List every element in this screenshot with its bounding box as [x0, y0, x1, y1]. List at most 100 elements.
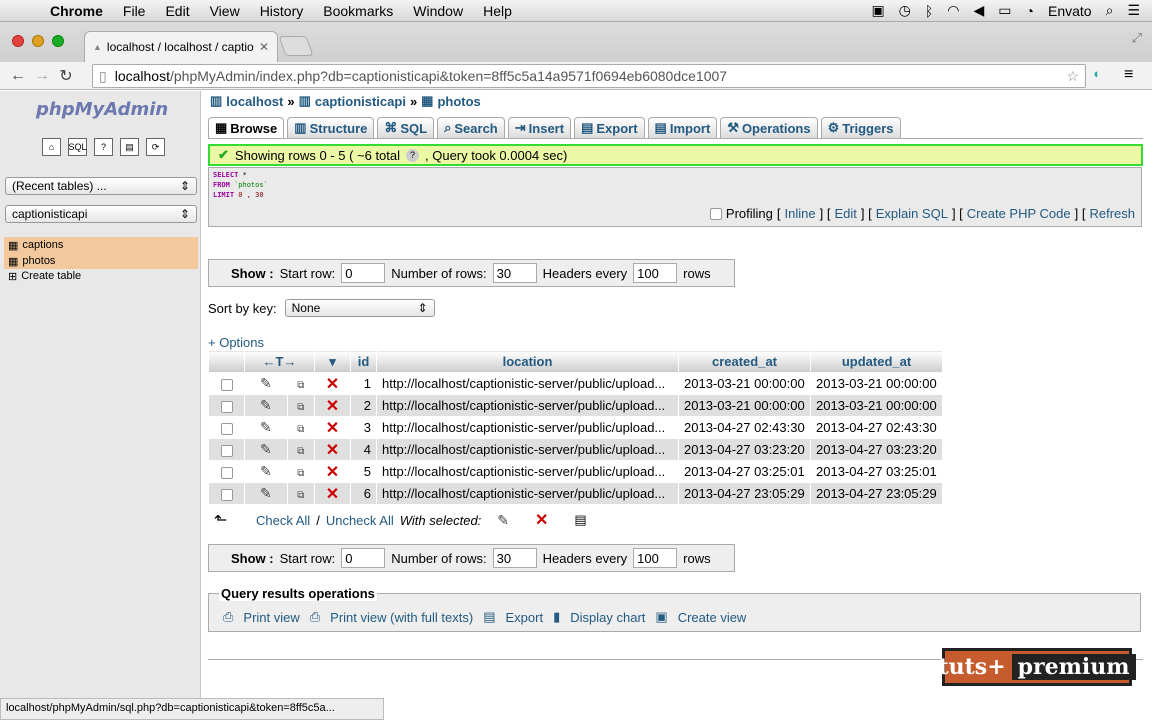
wifi-icon[interactable]: ◠	[947, 2, 959, 19]
cell-location[interactable]: http://localhost/captionistic-server/pub…	[376, 460, 679, 483]
cell-updated_at[interactable]: 2013-04-27 02:43:30	[810, 416, 943, 439]
row-checkbox[interactable]	[220, 400, 233, 413]
clock-icon[interactable]: ◔	[1026, 3, 1034, 19]
pma-logo[interactable]: phpMyAdmin	[36, 99, 168, 120]
column-header-created_at[interactable]: created_at	[678, 350, 811, 373]
column-header-updated_at[interactable]: updated_at	[810, 350, 943, 373]
row-checkbox[interactable]	[220, 378, 233, 391]
docs-icon[interactable]: ▤	[120, 138, 139, 156]
display-chart-link[interactable]: Display chart	[570, 610, 645, 625]
tab-export[interactable]: ▤ Export	[574, 117, 645, 138]
row-checkbox[interactable]	[220, 466, 233, 479]
edit-button[interactable]: ✎	[244, 394, 288, 417]
database-select[interactable]: captionisticapi ⇕	[5, 205, 197, 223]
sql-query-code[interactable]: SELECT * FROM `photos` LIMIT 0 , 30	[213, 170, 268, 200]
cell-created_at[interactable]: 2013-03-21 00:00:00	[678, 372, 811, 395]
bookmark-star-icon[interactable]: ☆	[1066, 68, 1079, 85]
bluetooth-icon[interactable]: ᛒ	[925, 3, 933, 19]
edit-button[interactable]: ✎	[244, 460, 288, 483]
copy-button[interactable]: ⧉	[286, 438, 316, 461]
cell-id[interactable]: 5	[350, 460, 377, 483]
reload-nav-icon[interactable]: ⟳	[146, 138, 165, 156]
list-icon[interactable]: ☰	[1127, 2, 1140, 19]
row-checkbox[interactable]	[220, 488, 233, 501]
tab-sql[interactable]: ⌘ SQL	[377, 117, 435, 138]
cell-updated_at[interactable]: 2013-04-27 23:05:29	[810, 482, 943, 505]
edit-button[interactable]: ✎	[244, 438, 288, 461]
menu-edit[interactable]: Edit	[155, 3, 199, 19]
cell-created_at[interactable]: 2013-04-27 03:25:01	[678, 460, 811, 483]
delete-button[interactable]: ✕	[314, 372, 351, 395]
start-row-input[interactable]	[341, 263, 386, 283]
address-bar[interactable]: ▯ localhost /phpMyAdmin/index.php?db=cap…	[92, 64, 1086, 88]
row-checkbox[interactable]	[220, 422, 233, 435]
recent-tables-select[interactable]: (Recent tables) ... ⇕	[5, 177, 197, 195]
cell-id[interactable]: 6	[350, 482, 377, 505]
cell-id[interactable]: 2	[350, 394, 377, 417]
minimize-window-button[interactable]	[32, 35, 44, 47]
cell-updated_at[interactable]: 2013-04-27 03:23:20	[810, 438, 943, 461]
menu-bookmarks[interactable]: Bookmarks	[313, 3, 403, 19]
edit-button[interactable]: ✎	[244, 416, 288, 439]
column-menu-icon[interactable]: ▾	[314, 350, 351, 373]
menu-help[interactable]: Help	[473, 3, 522, 19]
zoom-window-button[interactable]	[52, 35, 64, 47]
tab-import[interactable]: ▤ Import	[647, 117, 718, 138]
cell-updated_at[interactable]: 2013-03-21 00:00:00	[810, 372, 943, 395]
reload-icon[interactable]: ↻	[54, 66, 78, 86]
cell-location[interactable]: http://localhost/captionistic-server/pub…	[376, 416, 679, 439]
create-table-link[interactable]: ⊞ Create table	[4, 268, 198, 284]
check-all-link[interactable]: Check All	[256, 513, 310, 528]
export-link[interactable]: Export	[506, 610, 544, 625]
sidebar-table-photos[interactable]: ▦ photos	[4, 253, 198, 269]
tab-insert[interactable]: ⇥ Insert	[507, 117, 572, 138]
start-row-input[interactable]	[341, 548, 386, 568]
browser-tab[interactable]: ▲ localhost / localhost / captio ✕	[84, 31, 278, 62]
docs-help-icon[interactable]: ?	[94, 138, 113, 156]
cell-created_at[interactable]: 2013-04-27 03:23:20	[678, 438, 811, 461]
cell-id[interactable]: 3	[350, 416, 377, 439]
copy-button[interactable]: ⧉	[286, 416, 316, 439]
cell-updated_at[interactable]: 2013-03-21 00:00:00	[810, 394, 943, 417]
print-view-link[interactable]: Print view	[243, 610, 299, 625]
column-header-location[interactable]: location	[376, 350, 679, 373]
spotlight-icon[interactable]: ⌕	[1106, 2, 1114, 19]
row-checkbox[interactable]	[220, 444, 233, 457]
uncheck-all-link[interactable]: Uncheck All	[326, 513, 394, 528]
menu-view[interactable]: View	[200, 3, 250, 19]
cell-location[interactable]: http://localhost/captionistic-server/pub…	[376, 482, 679, 505]
extension-icon[interactable]: ◖	[1092, 66, 1100, 81]
volume-icon[interactable]: ◀	[974, 2, 985, 19]
back-icon[interactable]: ←	[6, 67, 30, 85]
forward-icon[interactable]: →	[30, 67, 54, 85]
delete-button[interactable]: ✕	[314, 416, 351, 439]
bulk-export-icon[interactable]: ▤	[574, 512, 586, 528]
delete-button[interactable]: ✕	[314, 394, 351, 417]
delete-button[interactable]: ✕	[314, 460, 351, 483]
new-tab-button[interactable]	[278, 36, 314, 56]
menu-window[interactable]: Window	[403, 3, 473, 19]
headers-every-input[interactable]	[633, 548, 678, 568]
headers-every-input[interactable]	[633, 263, 678, 283]
breadcrumb-table[interactable]: photos	[437, 94, 480, 109]
breadcrumb-db[interactable]: captionisticapi	[315, 94, 406, 109]
column-header-id[interactable]: id	[350, 350, 377, 373]
edit-button[interactable]: ✎	[244, 482, 288, 505]
chrome-menu-icon[interactable]: ≡	[1124, 66, 1133, 84]
cell-created_at[interactable]: 2013-03-21 00:00:00	[678, 394, 811, 417]
create-php-code-link[interactable]: Create PHP Code	[967, 206, 1071, 221]
delete-button[interactable]: ✕	[314, 482, 351, 505]
edit-button[interactable]: ✎	[244, 372, 288, 395]
battery-icon[interactable]: ▭	[998, 2, 1011, 19]
sidebar-table-captions[interactable]: ▦ captions	[4, 237, 198, 253]
copy-button[interactable]: ⧉	[286, 482, 316, 505]
tab-triggers[interactable]: ⚙ Triggers	[820, 117, 901, 138]
tab-browse[interactable]: ▦ Browse	[208, 117, 285, 138]
breadcrumb-server[interactable]: localhost	[226, 94, 283, 109]
cell-location[interactable]: http://localhost/captionistic-server/pub…	[376, 394, 679, 417]
tab-operations[interactable]: ⚒ Operations	[720, 117, 818, 138]
num-rows-input[interactable]	[492, 548, 537, 568]
create-view-link[interactable]: Create view	[678, 610, 747, 625]
options-link[interactable]: + Options	[208, 335, 264, 350]
home-icon[interactable]: ⌂	[42, 138, 61, 156]
